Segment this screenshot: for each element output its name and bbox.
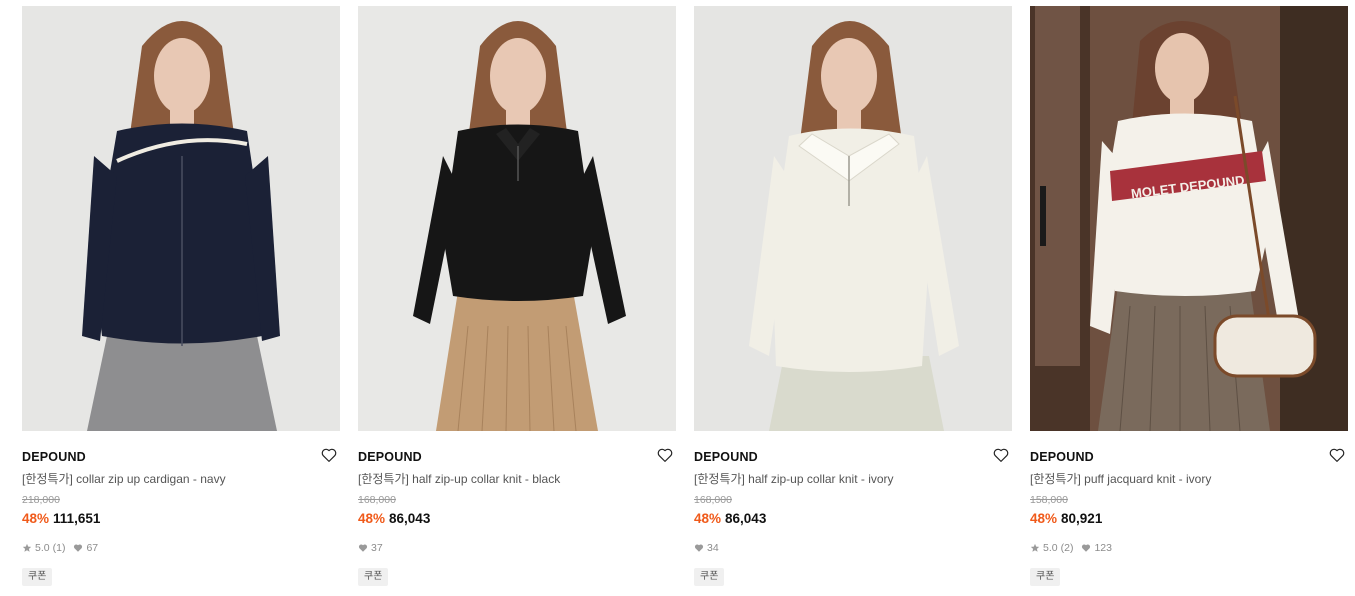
like-count-value: 123 (1094, 542, 1112, 554)
brand-name[interactable]: DEPOUND (694, 450, 758, 464)
rating-value: 5.0 (1043, 542, 1058, 554)
sale-price: 86,043 (389, 511, 431, 526)
wishlist-button[interactable] (992, 446, 1012, 466)
brand-name[interactable]: DEPOUND (358, 450, 422, 464)
review-count: (1) (52, 542, 66, 554)
heart-filled-icon (358, 544, 368, 552)
heart-outline-icon (321, 448, 337, 462)
heart-outline-icon (993, 448, 1009, 462)
coupon-badge[interactable]: 쿠폰 (358, 568, 389, 586)
wishlist-button[interactable] (1328, 446, 1348, 466)
product-card[interactable]: MOLET DEPOUND DEPOUND [한정특가] puff jacqua… (1030, 6, 1348, 591)
original-price: 218,000 (22, 494, 60, 506)
review-count: (2) (1060, 542, 1074, 554)
product-title[interactable]: [한정특가] half zip-up collar knit - ivory (694, 471, 1012, 487)
discount-rate: 48% (22, 511, 50, 526)
product-meta: 37 (358, 541, 676, 555)
product-meta: 34 (694, 541, 1012, 555)
brand-name[interactable]: DEPOUND (1030, 450, 1094, 464)
like-count: 123 (1081, 541, 1112, 555)
original-price: 168,000 (694, 494, 732, 506)
like-count: 34 (694, 541, 719, 555)
product-meta: 5.0 (2) 123 (1030, 541, 1348, 555)
product-card[interactable]: DEPOUND [한정특가] half zip-up collar knit -… (358, 6, 676, 591)
sale-price: 111,651 (53, 511, 101, 526)
brand-name[interactable]: DEPOUND (22, 450, 86, 464)
product-title[interactable]: [한정특가] half zip-up collar knit - black (358, 471, 676, 487)
sale-price: 86,043 (725, 511, 767, 526)
heart-filled-icon (694, 544, 704, 552)
wishlist-button[interactable] (656, 446, 676, 466)
rating: 5.0 (2) (1030, 541, 1073, 555)
wishlist-button[interactable] (320, 446, 340, 466)
heart-filled-icon (1082, 544, 1091, 552)
like-count-value: 34 (707, 542, 719, 554)
product-image[interactable] (694, 6, 1012, 431)
heart-filled-icon (74, 544, 83, 552)
like-count: 37 (358, 541, 383, 555)
price-row: 48% 111,651 (22, 510, 340, 528)
rating-value: 5.0 (35, 542, 50, 554)
discount-rate: 48% (694, 511, 722, 526)
product-image[interactable]: MOLET DEPOUND (1030, 6, 1348, 431)
product-title[interactable]: [한정특가] puff jacquard knit - ivory (1030, 471, 1348, 487)
heart-outline-icon (1329, 448, 1345, 462)
heart-outline-icon (657, 448, 673, 462)
price-row: 48% 80,921 (1030, 510, 1348, 528)
product-card[interactable]: DEPOUND [한정특가] half zip-up collar knit -… (694, 6, 1012, 591)
star-icon (1030, 543, 1040, 552)
product-grid: DEPOUND [한정특가] collar zip up cardigan - … (0, 0, 1355, 596)
product-image[interactable] (22, 6, 340, 431)
coupon-badge[interactable]: 쿠폰 (694, 568, 725, 586)
discount-rate: 48% (358, 511, 386, 526)
original-price: 158,000 (1030, 494, 1068, 506)
like-count-value: 67 (86, 542, 99, 554)
product-card[interactable]: DEPOUND [한정특가] collar zip up cardigan - … (22, 6, 340, 591)
discount-rate: 48% (1030, 511, 1058, 526)
price-row: 48% 86,043 (694, 510, 1012, 528)
coupon-badge[interactable]: 쿠폰 (1030, 568, 1061, 586)
like-count-value: 37 (371, 542, 383, 554)
price-row: 48% 86,043 (358, 510, 676, 528)
coupon-badge[interactable]: 쿠폰 (22, 568, 53, 586)
sale-price: 80,921 (1061, 511, 1103, 526)
product-image[interactable] (358, 6, 676, 431)
rating: 5.0 (1) (22, 541, 65, 555)
like-count: 67 (73, 541, 98, 555)
original-price: 168,000 (358, 494, 396, 506)
star-icon (22, 543, 32, 552)
product-meta: 5.0 (1) 67 (22, 541, 340, 555)
product-title[interactable]: [한정특가] collar zip up cardigan - navy (22, 471, 340, 487)
